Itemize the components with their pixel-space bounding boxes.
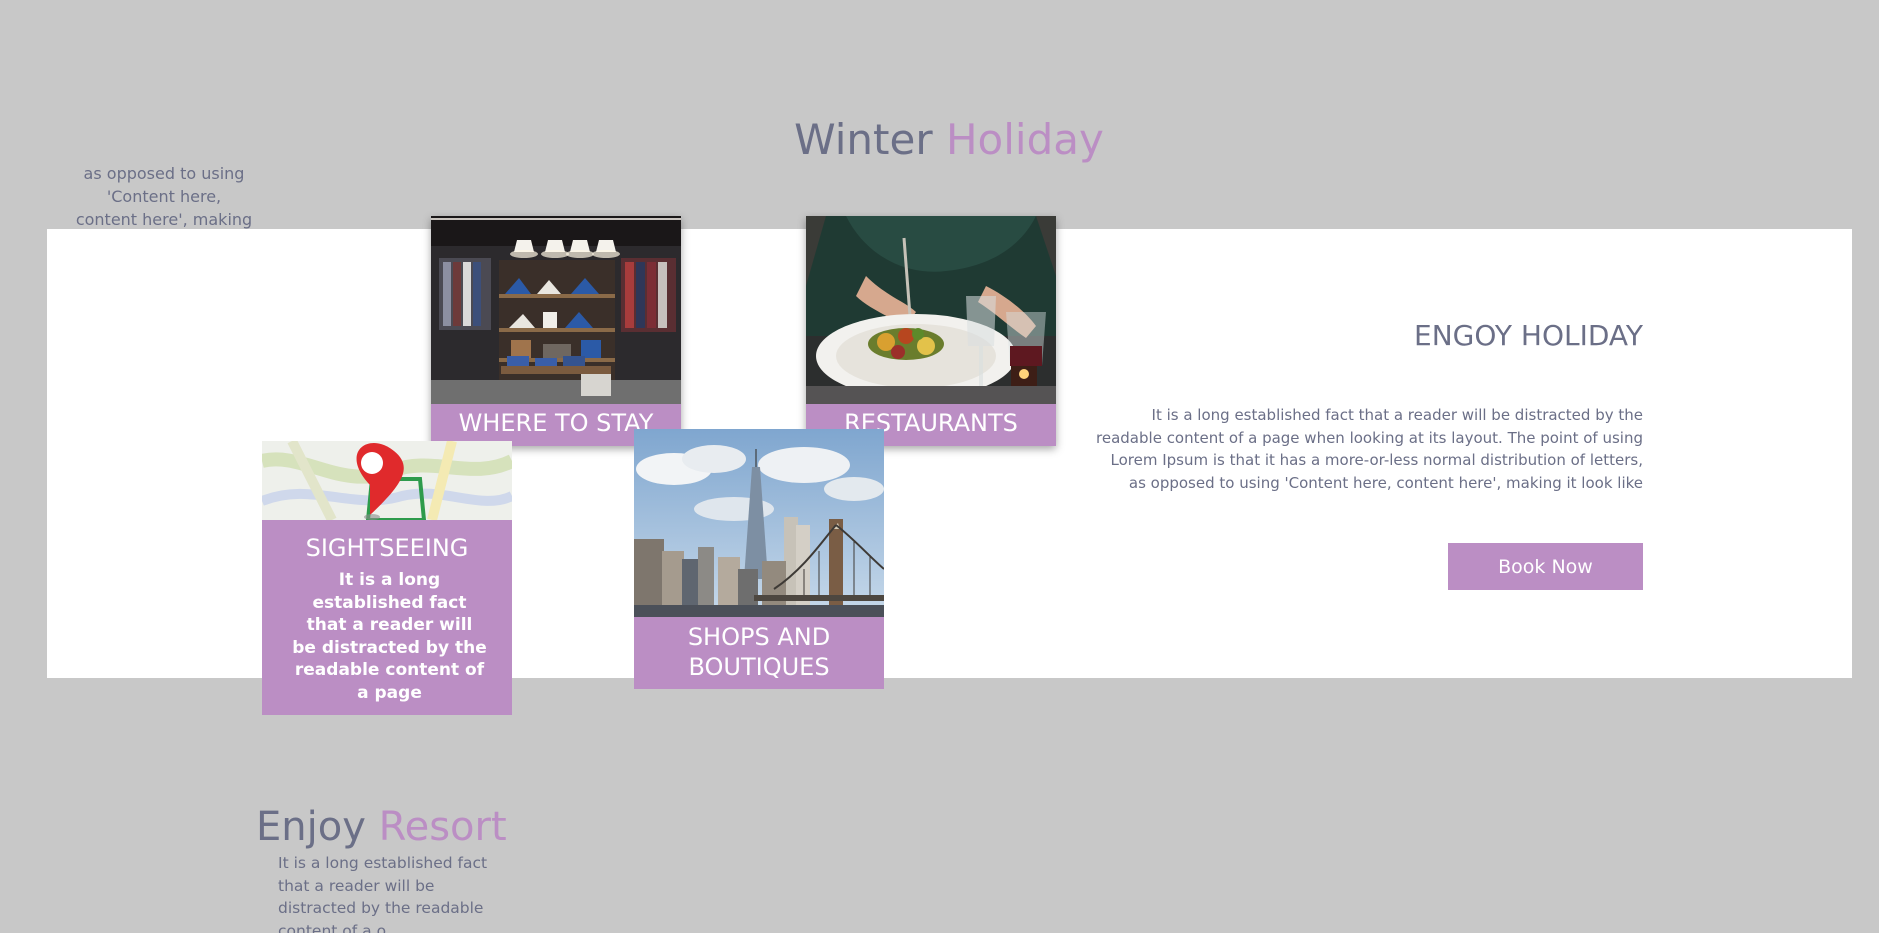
card-shops-and-boutiques[interactable]: SHOPS AND BOUTIQUES — [634, 429, 884, 689]
card-sightseeing-description: It is a long established fact that a rea… — [292, 570, 487, 703]
feature-text: It is a long established fact that a rea… — [1096, 406, 1643, 492]
page-title-part1: Winter — [794, 115, 933, 164]
restaurant-dining-photo — [806, 216, 1056, 404]
feature-title: ENGOY HOLIDAY — [1414, 319, 1643, 352]
book-now-button[interactable]: Book Now — [1448, 543, 1643, 590]
city-skyline-photo — [634, 429, 884, 617]
resort-title: Enjoy Resort — [256, 800, 507, 854]
card-sightseeing[interactable]: SIGHTSEEING It is a long established fac… — [262, 441, 512, 715]
page-title: Winter Holiday — [0, 112, 1879, 168]
map-pin-photo — [262, 441, 512, 520]
card-shops-label: SHOPS AND BOUTIQUES — [687, 623, 831, 681]
card-sightseeing-label: SIGHTSEEING — [305, 534, 469, 562]
resort-text: It is a long established fact that a rea… — [278, 854, 488, 933]
card-restaurants[interactable]: RESTAURANTS — [806, 216, 1056, 446]
page-title-part2: Holiday — [945, 115, 1104, 164]
resort-title-part1: Enjoy — [256, 804, 366, 850]
resort-title-part2: Resort — [378, 804, 507, 850]
clothing-store-photo — [431, 216, 681, 404]
card-where-to-stay[interactable]: WHERE TO STAY — [431, 216, 681, 446]
